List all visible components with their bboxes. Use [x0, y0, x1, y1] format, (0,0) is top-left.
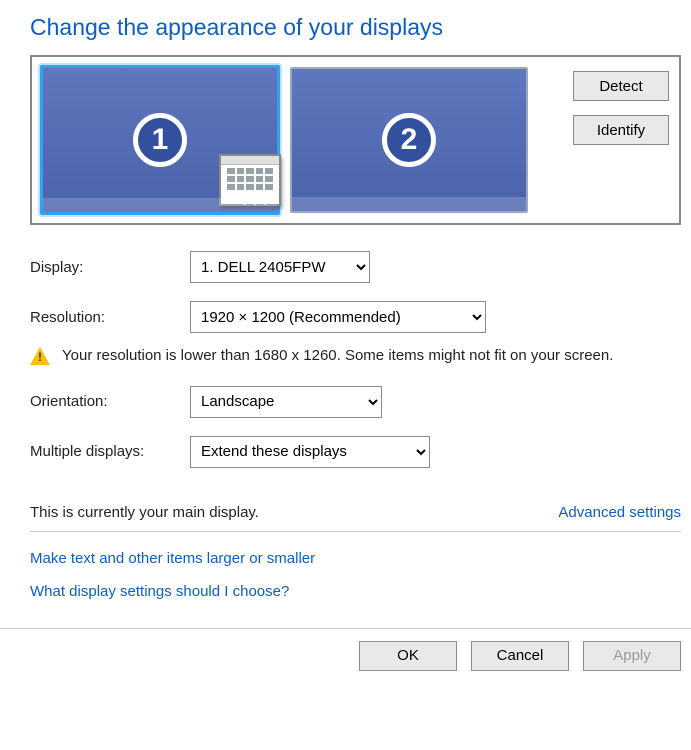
ok-button[interactable]: OK	[359, 641, 457, 671]
resolution-select[interactable]: 1920 × 1200 (Recommended)	[190, 301, 486, 333]
monitors-group: 1 • • • 2	[40, 65, 528, 215]
orientation-select[interactable]: Landscape	[190, 386, 382, 418]
dialog-footer: OK Cancel Apply	[0, 628, 691, 683]
monitor-1-taskbar: • • •	[43, 198, 277, 212]
resolution-label: Resolution:	[30, 309, 190, 326]
warning-icon	[30, 347, 50, 365]
display-label: Display:	[30, 259, 190, 276]
cancel-button[interactable]: Cancel	[471, 641, 569, 671]
monitor-1-number: 1	[133, 113, 187, 167]
monitor-2-number: 2	[382, 113, 436, 167]
identify-button[interactable]: Identify	[573, 115, 669, 145]
main-display-text: This is currently your main display.	[30, 504, 259, 521]
monitor-2-taskbar	[292, 197, 526, 211]
advanced-settings-link[interactable]: Advanced settings	[558, 504, 681, 521]
text-size-link[interactable]: Make text and other items larger or smal…	[30, 550, 681, 567]
orientation-label: Orientation:	[30, 393, 190, 410]
monitor-1[interactable]: 1 • • •	[40, 65, 280, 215]
display-select[interactable]: 1. DELL 2405FPW	[190, 251, 370, 283]
resolution-warning: Your resolution is lower than 1680 x 126…	[30, 345, 681, 368]
detect-button[interactable]: Detect	[573, 71, 669, 101]
display-arrangement-box[interactable]: 1 • • • 2 Detect Identify	[30, 55, 681, 225]
settings-form: Display: 1. DELL 2405FPW Resolution: 192…	[30, 251, 681, 600]
apply-button[interactable]: Apply	[583, 641, 681, 671]
warning-text: Your resolution is lower than 1680 x 126…	[62, 345, 681, 368]
help-link[interactable]: What display settings should I choose?	[30, 583, 681, 600]
multiple-displays-label: Multiple displays:	[30, 443, 190, 460]
monitor-2[interactable]: 2	[290, 67, 528, 213]
multiple-displays-select[interactable]: Extend these displays	[190, 436, 430, 468]
page-title: Change the appearance of your displays	[30, 14, 681, 41]
